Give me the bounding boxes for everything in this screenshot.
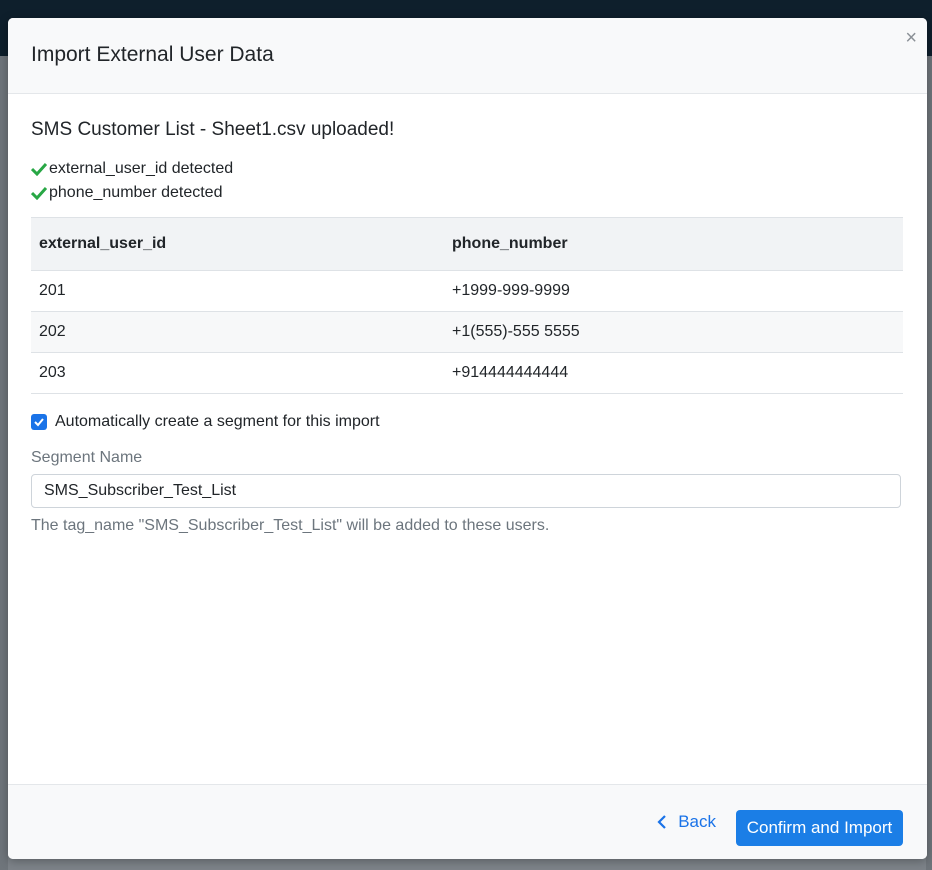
checkbox-checked-icon — [34, 418, 44, 427]
segment-help-text: The tag_name "SMS_Subscriber_Test_List" … — [31, 517, 550, 534]
detection-label: external_user_id detected — [49, 160, 234, 177]
back-label: Back — [678, 812, 716, 831]
detection-item: phone_number detected — [31, 184, 222, 202]
detection-label: phone_number detected — [49, 184, 223, 201]
table-header-row: external_user_id phone_number — [31, 217, 903, 271]
table-cell: +1999-999-9999 — [444, 270, 903, 312]
import-modal: Import External User Data × SMS Customer… — [8, 18, 927, 859]
auto-create-segment-checkbox[interactable] — [31, 414, 47, 430]
chevron-left-icon — [657, 815, 666, 829]
upload-title: SMS Customer List - Sheet1.csv uploaded! — [31, 119, 395, 140]
backdrop-left — [0, 56, 8, 870]
table-cell: 202 — [31, 311, 444, 353]
segment-name-label: Segment Name — [31, 449, 143, 466]
check-icon — [31, 162, 47, 176]
detection-item: external_user_id detected — [31, 160, 233, 178]
back-button[interactable]: Back — [656, 812, 716, 832]
modal-footer: Back Confirm and Import — [8, 784, 927, 859]
close-button[interactable]: × — [905, 27, 917, 49]
column-header: external_user_id — [31, 217, 444, 271]
table-cell: 203 — [31, 352, 444, 394]
column-header: phone_number — [444, 217, 903, 271]
table-cell: +914444444444 — [444, 352, 903, 394]
modal-title: Import External User Data — [31, 43, 274, 66]
preview-table: external_user_id phone_number 201 +1999-… — [31, 217, 903, 394]
table-cell: +1(555)-555 5555 — [444, 311, 903, 353]
auto-create-segment-option[interactable]: Automatically create a segment for this … — [31, 413, 380, 431]
close-icon: × — [905, 27, 917, 49]
modal-header: Import External User Data × — [8, 18, 927, 94]
auto-create-segment-label[interactable]: Automatically create a segment for this … — [55, 413, 380, 431]
table-row: 203 +914444444444 — [31, 352, 903, 394]
segment-name-input[interactable]: SMS_Subscriber_Test_List — [31, 474, 901, 508]
table-row: 201 +1999-999-9999 — [31, 270, 903, 312]
table-row: 202 +1(555)-555 5555 — [31, 311, 903, 353]
table-cell: 201 — [31, 270, 444, 312]
check-icon — [31, 186, 47, 200]
confirm-import-button[interactable]: Confirm and Import — [736, 810, 903, 846]
